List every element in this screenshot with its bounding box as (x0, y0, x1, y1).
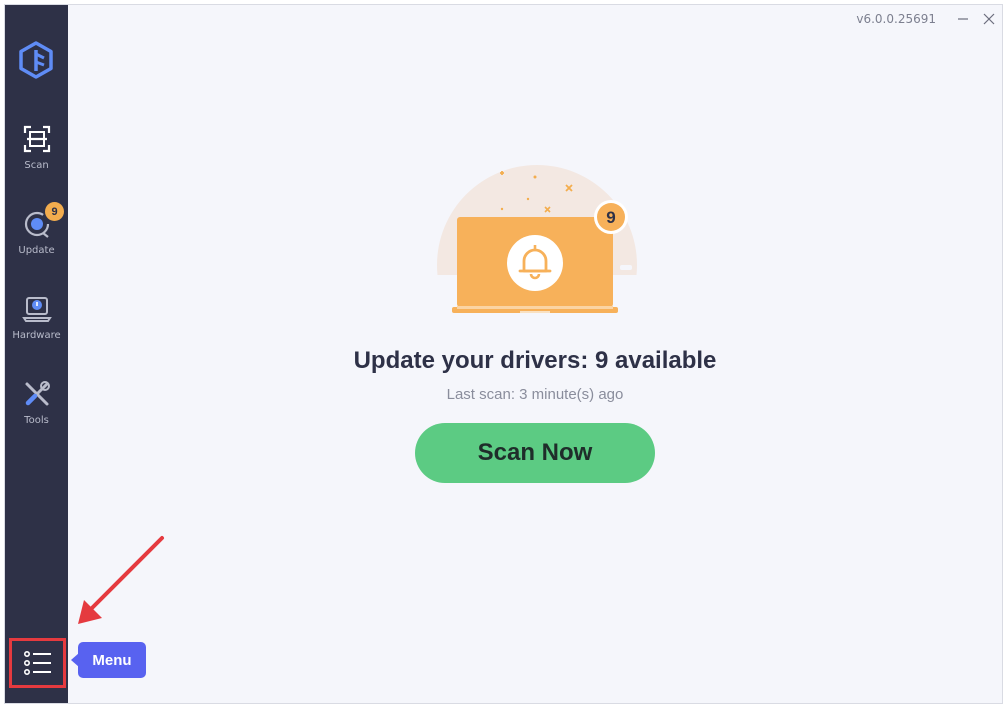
sidebar-item-hardware[interactable]: Hardware (5, 287, 68, 357)
minimize-button[interactable] (950, 6, 976, 32)
sidebar-item-update[interactable]: 9 Update (5, 202, 68, 272)
hardware-icon (21, 297, 52, 322)
sidebar-item-scan[interactable]: Scan (5, 117, 68, 187)
menu-list-icon (23, 650, 51, 675)
laptop-notification-illustration: 9 (432, 165, 642, 325)
title-bar: v6.0.0.25691 (856, 5, 1002, 33)
sidebar-item-label: Hardware (12, 330, 61, 341)
update-count-badge: 9 (45, 202, 64, 221)
red-pointer-arrow (78, 536, 164, 624)
menu-button[interactable] (9, 638, 66, 688)
page-title: Update your drivers: 9 available (353, 347, 717, 374)
sidebar: Scan 9 Update Hardware Tools (5, 5, 68, 703)
scan-now-button[interactable]: Scan Now (415, 423, 655, 483)
tools-icon (25, 381, 50, 406)
sidebar-item-label: Tools (24, 415, 49, 426)
close-icon (983, 13, 995, 25)
sidebar-item-label: Scan (24, 160, 49, 171)
hero-count-badge: 9 (606, 208, 615, 227)
version-label: v6.0.0.25691 (856, 12, 936, 26)
close-button[interactable] (976, 6, 1002, 32)
tooltip-tail (71, 653, 79, 667)
menu-tooltip: Menu (71, 642, 146, 678)
scan-icon (23, 125, 50, 153)
driver-easy-logo-icon (19, 41, 53, 79)
sidebar-item-tools[interactable]: Tools (5, 372, 68, 442)
last-scan-text: Last scan: 3 minute(s) ago (446, 386, 624, 403)
minimize-icon (958, 18, 968, 20)
sidebar-item-label: Update (18, 245, 55, 256)
tooltip-label: Menu (92, 651, 132, 669)
